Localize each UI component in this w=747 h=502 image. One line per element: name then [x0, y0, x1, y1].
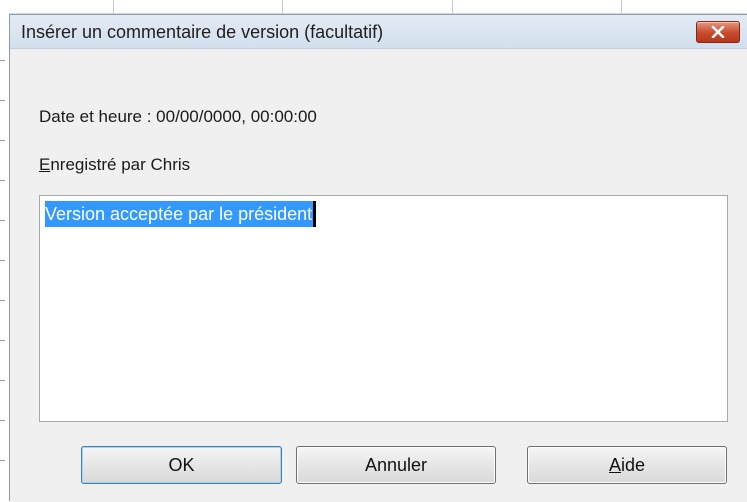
help-button-text: ide — [620, 454, 646, 475]
dialog-content: Date et heure : 00/00/0000, 00:00:00 Enr… — [10, 49, 747, 502]
comment-selected-text: Version acceptée par le président — [45, 201, 314, 227]
saved-by-mnemonic: E — [39, 155, 51, 174]
version-comment-dialog: Insérer un commentaire de version (facul… — [9, 14, 747, 502]
text-caret — [313, 201, 316, 227]
background-tick — [113, 0, 114, 14]
close-button[interactable] — [696, 21, 740, 43]
ok-button-label: OK — [168, 454, 195, 475]
comment-textarea[interactable]: Version acceptée par le président — [39, 195, 728, 422]
help-button[interactable]: Aide — [527, 446, 727, 484]
cancel-button-label: Annuler — [364, 454, 428, 475]
background-ruler — [0, 0, 9, 501]
ok-button[interactable]: OK — [81, 446, 282, 484]
cancel-button[interactable]: Annuler — [296, 446, 496, 484]
saved-by-text: nregistré par Chris — [50, 155, 191, 174]
close-x-icon — [711, 26, 725, 38]
date-time-label: Date et heure : 00/00/0000, 00:00:00 — [39, 107, 317, 126]
saved-by-label: Enregistré par Chris — [39, 155, 190, 175]
background-tick — [452, 0, 453, 14]
background-tick — [621, 0, 622, 14]
title-bar[interactable]: Insérer un commentaire de version (facul… — [10, 15, 747, 49]
dialog-title: Insérer un commentaire de version (facul… — [21, 22, 384, 42]
background-tick — [282, 0, 283, 14]
help-button-label: Aide — [609, 455, 645, 476]
help-mnemonic: A — [608, 454, 621, 475]
